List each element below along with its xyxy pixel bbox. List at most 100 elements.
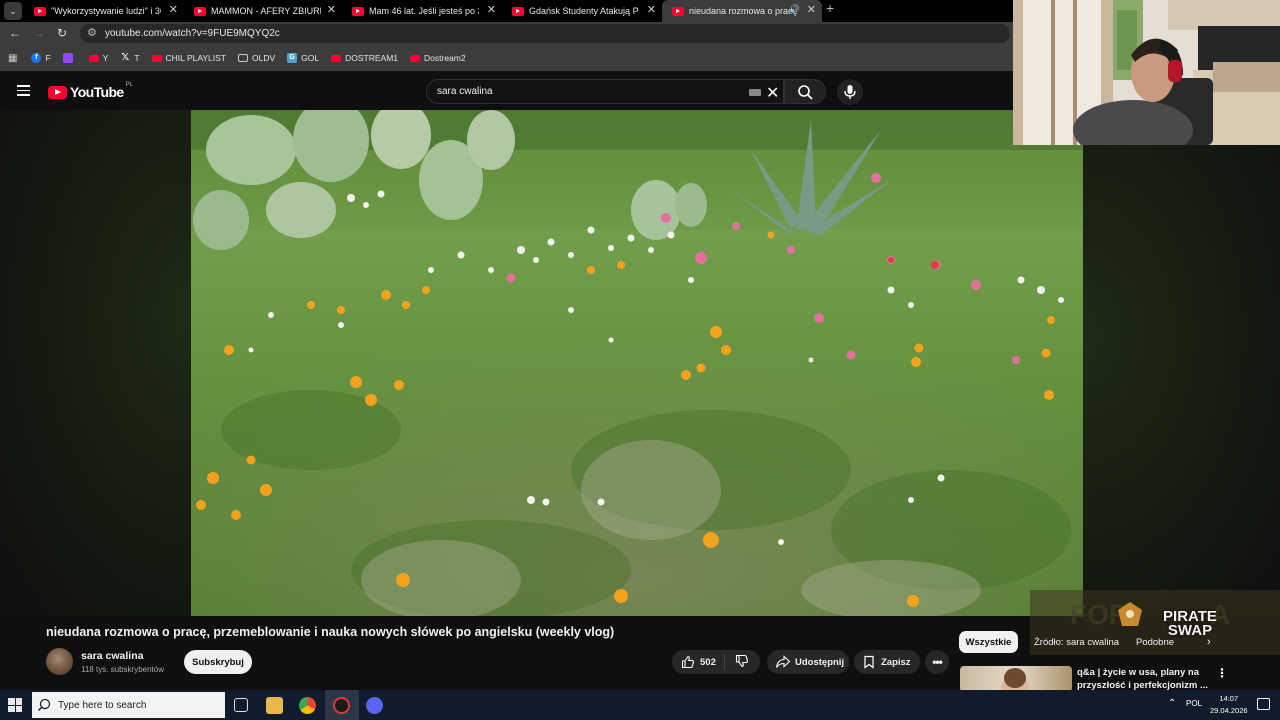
subscribe-button[interactable]: Subskrybuj bbox=[184, 650, 252, 674]
folder-icon bbox=[238, 54, 248, 62]
windows-start-icon[interactable] bbox=[8, 698, 22, 712]
ambient-glow-right bbox=[1083, 145, 1280, 616]
share-button[interactable]: Udostępnij bbox=[767, 650, 849, 674]
search-icon bbox=[37, 698, 51, 712]
youtube-logo[interactable]: YouTube PL bbox=[48, 82, 133, 100]
chevron-right-icon[interactable]: › bbox=[1207, 636, 1211, 648]
bookmark-item[interactable]: DOSTREAM1 bbox=[331, 53, 398, 63]
tab-close-icon[interactable]: ✕ bbox=[807, 3, 816, 16]
region-code: PL bbox=[125, 82, 133, 88]
tab-close-icon[interactable]: ✕ bbox=[169, 3, 178, 16]
address-bar[interactable]: ⚙ youtube.com/watch?v=9FUE9MQYQ2c bbox=[80, 24, 1010, 43]
file-explorer-icon[interactable] bbox=[266, 697, 283, 714]
like-button[interactable]: 502 bbox=[672, 654, 725, 670]
youtube-play-icon bbox=[48, 85, 67, 99]
windows-taskbar: Type here to search ⌃ POL 14:07 29.04.20… bbox=[0, 690, 1280, 720]
voice-search-button[interactable] bbox=[837, 79, 863, 105]
bookmark-label: GOL bbox=[301, 53, 320, 63]
bookmark-item[interactable]: OLDV bbox=[238, 53, 275, 63]
bookmark-icon bbox=[864, 655, 874, 669]
search-button[interactable] bbox=[784, 79, 826, 104]
taskbar-search-placeholder: Type here to search bbox=[58, 699, 147, 711]
save-button[interactable]: Zapisz bbox=[854, 650, 920, 674]
tab-close-icon[interactable]: ✕ bbox=[327, 3, 336, 16]
tab-search-button[interactable]: ⌄ bbox=[4, 2, 22, 20]
clear-search-icon[interactable]: ✕ bbox=[766, 83, 779, 103]
webcam-feed bbox=[1013, 0, 1280, 145]
search-query: sara cwalina bbox=[437, 86, 493, 97]
menu-icon[interactable] bbox=[17, 85, 30, 96]
video-title: nieudana rozmowa o pracę, przemeblowanie… bbox=[46, 625, 615, 639]
bookmark-label: OLDV bbox=[252, 53, 276, 63]
browser-tab[interactable]: "Wykorzystywanie ludzi" i 3600 ✕ bbox=[24, 0, 184, 22]
apps-grid-icon[interactable]: ▦ bbox=[8, 53, 17, 64]
reload-icon[interactable]: ↻ bbox=[57, 26, 67, 40]
dislike-button[interactable] bbox=[725, 654, 759, 671]
back-arrow-icon[interactable]: ← bbox=[9, 26, 21, 40]
bookmark-item[interactable]: Dostream2 bbox=[410, 53, 466, 63]
chip-all[interactable]: Wszystkie bbox=[959, 631, 1018, 653]
bookmark-item[interactable] bbox=[62, 53, 77, 63]
taskbar-search-input[interactable]: Type here to search bbox=[32, 692, 225, 718]
more-actions-button[interactable]: ••• bbox=[925, 650, 949, 674]
bookmark-item[interactable]: 𝕏 T bbox=[120, 52, 140, 64]
channel-name[interactable]: sara cwalina bbox=[81, 650, 143, 662]
like-dislike-group: 502 bbox=[672, 650, 760, 674]
bookmark-item[interactable]: f F bbox=[31, 53, 51, 63]
tray-chevron-up-icon[interactable]: ⌃ bbox=[1168, 698, 1176, 709]
browser-toolbar: ← → ↻ ⚙ youtube.com/watch?v=9FUE9MQYQ2c bbox=[0, 22, 1015, 45]
recommended-video-thumbnail[interactable] bbox=[960, 666, 1072, 692]
site-info-icon[interactable]: ⚙ bbox=[87, 26, 97, 39]
gol-icon: G bbox=[287, 53, 298, 63]
tab-close-icon[interactable]: ✕ bbox=[487, 3, 496, 16]
new-tab-button[interactable]: + bbox=[826, 0, 834, 16]
bookmark-item[interactable]: CHIL PLAYLIST bbox=[151, 53, 226, 63]
language-indicator[interactable]: POL bbox=[1186, 699, 1202, 708]
video-player[interactable] bbox=[191, 110, 1083, 616]
microphone-icon bbox=[844, 85, 856, 99]
bookmark-item[interactable]: Y bbox=[88, 53, 109, 63]
browser-tab[interactable]: Mam 46 lat. Jeśli jesteś po 30 c ✕ bbox=[342, 0, 502, 22]
forward-arrow-icon[interactable]: → bbox=[33, 26, 45, 40]
chip-source-channel[interactable]: Źródło: sara cwalina bbox=[1028, 631, 1125, 653]
bookmark-label: Y bbox=[102, 53, 109, 63]
ambient-glow-left bbox=[0, 110, 191, 616]
thumbs-up-icon bbox=[681, 655, 695, 669]
tab-close-icon[interactable]: ✕ bbox=[647, 3, 656, 16]
tab-title: Gdańsk Studenty Atakują Piasto bbox=[529, 6, 639, 16]
browser-tab[interactable]: MAMMON - AFERY ZBIURKOWE ✕ bbox=[184, 0, 342, 22]
task-view-icon[interactable] bbox=[234, 698, 248, 712]
share-label: Udostępnij bbox=[795, 656, 845, 668]
youtube-icon bbox=[88, 54, 99, 62]
share-icon bbox=[775, 655, 791, 668]
x-icon: 𝕏 bbox=[121, 52, 130, 63]
browser-tab[interactable]: Gdańsk Studenty Atakują Piasto ✕ bbox=[502, 0, 662, 22]
video-frame-wildflower-garden bbox=[191, 110, 1083, 616]
bookmarks-bar: ▦ f F Y 𝕏 T CHIL PLAYLIST OLDV G GOL DOS… bbox=[0, 45, 1015, 71]
notification-center-icon[interactable] bbox=[1257, 698, 1270, 710]
address-bar-url: youtube.com/watch?v=9FUE9MQYQ2c bbox=[105, 28, 280, 39]
save-label: Zapisz bbox=[881, 656, 911, 668]
tab-title: Mam 46 lat. Jeśli jesteś po 30 c bbox=[369, 6, 479, 16]
tab-title: "Wykorzystywanie ludzi" i 3600 bbox=[51, 6, 161, 16]
clock-time: 14:07 bbox=[1219, 694, 1239, 703]
youtube-icon bbox=[410, 54, 421, 62]
bookmark-item[interactable]: G GOL bbox=[287, 53, 319, 63]
audio-playing-icon[interactable]: 🔊 bbox=[789, 4, 800, 15]
search-icon bbox=[798, 85, 813, 100]
keyboard-icon[interactable] bbox=[749, 89, 761, 96]
recommended-video-title[interactable]: q&a | życie w usa, plany na przyszłość i… bbox=[1077, 666, 1209, 692]
bookmark-label: T bbox=[134, 53, 140, 63]
bookmark-label: CHIL PLAYLIST bbox=[165, 53, 226, 63]
obs-icon[interactable] bbox=[333, 697, 350, 714]
system-clock[interactable]: 14:07 29.04.2026 bbox=[1210, 693, 1248, 717]
discord-icon[interactable] bbox=[366, 697, 383, 714]
browser-tab-active[interactable]: nieudana rozmowa o pracę 🔊 ✕ bbox=[662, 0, 822, 22]
youtube-favicon-icon bbox=[34, 6, 46, 16]
chrome-icon[interactable] bbox=[299, 697, 316, 714]
search-input[interactable]: sara cwalina ✕ bbox=[426, 79, 784, 104]
channel-avatar[interactable] bbox=[46, 648, 73, 675]
more-vertical-icon[interactable]: ⋮ bbox=[1216, 666, 1228, 680]
chip-similar[interactable]: Podobne bbox=[1130, 631, 1180, 653]
more-horizontal-icon: ••• bbox=[932, 655, 943, 669]
